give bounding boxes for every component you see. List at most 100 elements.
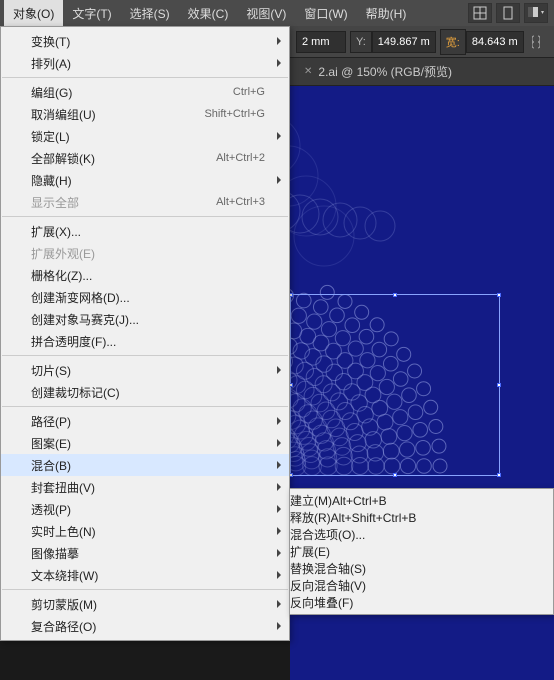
object-menu-item[interactable]: 排列(A)	[1, 52, 289, 74]
close-icon[interactable]: ✕	[304, 66, 312, 77]
menu-item-label: 反向堆叠(F)	[290, 596, 353, 610]
menu-item-label: 释放(R)	[290, 511, 331, 525]
menu-item-label: 扩展(X)...	[31, 223, 265, 240]
menu-item-label: 拼合透明度(F)...	[31, 333, 265, 350]
object-menu-item[interactable]: 拼合透明度(F)...	[1, 330, 289, 352]
menu-1[interactable]: 文字(T)	[63, 0, 120, 27]
menu-item-label: 混合选项(O)...	[290, 528, 365, 542]
blend-menu-item: 替换混合轴(S)	[290, 560, 553, 577]
y-field[interactable]: Y:149.867 m	[350, 31, 436, 53]
menu-2[interactable]: 选择(S)	[121, 0, 179, 27]
menubar: 对象(O)文字(T)选择(S)效果(C)视图(V)窗口(W)帮助(H)	[0, 0, 554, 26]
submenu-arrow-icon	[277, 417, 281, 425]
object-menu-item[interactable]: 创建裁切标记(C)	[1, 381, 289, 403]
submenu-arrow-icon	[277, 176, 281, 184]
menu-item-label: 全部解锁(K)	[31, 150, 216, 167]
y-value: 149.867 m	[372, 31, 436, 53]
tab-label: 2.ai @ 150% (RGB/预览)	[318, 63, 452, 80]
blend-submenu: 建立(M)Alt+Ctrl+B释放(R)Alt+Shift+Ctrl+B混合选项…	[289, 488, 554, 615]
menu-item-label: 取消编组(U)	[31, 106, 204, 123]
menu-item-label: 复合路径(O)	[31, 618, 265, 635]
object-menu-item: 显示全部Alt+Ctrl+3	[1, 191, 289, 213]
object-menu-item[interactable]: 混合(B)	[1, 454, 289, 476]
object-menu-item[interactable]: 创建对象马赛克(J)...	[1, 308, 289, 330]
tab-active[interactable]: ✕ 2.ai @ 150% (RGB/预览)	[296, 57, 460, 86]
blend-menu-item[interactable]: 扩展(E)	[290, 543, 553, 560]
menu-shortcut: Alt+Ctrl+2	[216, 152, 265, 164]
object-menu-item[interactable]: 路径(P)	[1, 410, 289, 432]
blend-menu-item[interactable]: 混合选项(O)...	[290, 526, 553, 543]
menu-item-label: 图案(E)	[31, 435, 265, 452]
submenu-arrow-icon	[277, 439, 281, 447]
object-menu-item[interactable]: 文本绕排(W)	[1, 564, 289, 586]
link-icon[interactable]	[529, 31, 543, 53]
menu-item-label: 创建裁切标记(C)	[31, 384, 265, 401]
submenu-arrow-icon	[277, 366, 281, 374]
submenu-arrow-icon	[277, 59, 281, 67]
object-menu-item[interactable]: 编组(G)Ctrl+G	[1, 81, 289, 103]
menu-item-label: 透视(P)	[31, 501, 265, 518]
menu-6[interactable]: 帮助(H)	[357, 0, 416, 27]
handle-top-right[interactable]	[497, 293, 501, 297]
menu-item-label: 扩展(E)	[290, 545, 330, 559]
handle-bot-mid[interactable]	[393, 473, 397, 477]
menu-item-label: 替换混合轴(S)	[290, 562, 366, 576]
object-menu-item[interactable]: 复合路径(O)	[1, 615, 289, 637]
width-field[interactable]: 宽:84.643 m	[440, 29, 524, 55]
menu-item-label: 隐藏(H)	[31, 172, 265, 189]
object-menu-item[interactable]: 锁定(L)	[1, 125, 289, 147]
object-menu-item[interactable]: 剪切蒙版(M)	[1, 593, 289, 615]
object-menu-sep	[2, 216, 288, 217]
x-field[interactable]: 2 mm	[296, 31, 346, 53]
object-menu-item[interactable]: 全部解锁(K)Alt+Ctrl+2	[1, 147, 289, 169]
object-menu-item[interactable]: 扩展(X)...	[1, 220, 289, 242]
object-menu-item[interactable]: 栅格化(Z)...	[1, 264, 289, 286]
object-menu-item[interactable]: 封套扭曲(V)	[1, 476, 289, 498]
menu-item-label: 锁定(L)	[31, 128, 265, 145]
layout-dropdown-icon[interactable]	[524, 3, 548, 23]
document-icon[interactable]	[496, 3, 520, 23]
grid-icon[interactable]	[468, 3, 492, 23]
selection-bounds	[290, 294, 500, 476]
menu-item-label: 栅格化(Z)...	[31, 267, 265, 284]
menu-4[interactable]: 视图(V)	[237, 0, 295, 27]
object-menu-item[interactable]: 隐藏(H)	[1, 169, 289, 191]
menu-shortcut: Alt+Shift+Ctrl+B	[331, 511, 417, 525]
menu-item-label: 显示全部	[31, 194, 216, 211]
menu-3[interactable]: 效果(C)	[179, 0, 238, 27]
submenu-arrow-icon	[277, 461, 281, 469]
menu-item-label: 实时上色(N)	[31, 523, 265, 540]
blend-menu-item[interactable]: 释放(R)Alt+Shift+Ctrl+B	[290, 509, 553, 526]
object-menu-item[interactable]: 图像描摹	[1, 542, 289, 564]
blend-menu-item[interactable]: 建立(M)Alt+Ctrl+B	[290, 492, 553, 509]
menu-item-label: 图像描摹	[31, 545, 265, 562]
menu-0[interactable]: 对象(O)	[4, 0, 63, 27]
object-menu-sep	[2, 77, 288, 78]
object-menu-item[interactable]: 取消编组(U)Shift+Ctrl+G	[1, 103, 289, 125]
handle-top-mid[interactable]	[393, 293, 397, 297]
object-menu-sep	[2, 355, 288, 356]
menu-item-label: 路径(P)	[31, 413, 265, 430]
submenu-arrow-icon	[277, 132, 281, 140]
menu-item-label: 切片(S)	[31, 362, 265, 379]
x-value: 2 mm	[296, 31, 346, 53]
handle-mid-right[interactable]	[497, 383, 501, 387]
object-menu-item[interactable]: 透视(P)	[1, 498, 289, 520]
menu-item-label: 排列(A)	[31, 55, 265, 72]
object-menu-item[interactable]: 实时上色(N)	[1, 520, 289, 542]
object-menu-item[interactable]: 创建渐变网格(D)...	[1, 286, 289, 308]
menu-shortcut: Shift+Ctrl+G	[204, 108, 265, 120]
menu-item-label: 封套扭曲(V)	[31, 479, 265, 496]
blend-menu-item[interactable]: 反向混合轴(V)	[290, 577, 553, 594]
object-menu-item[interactable]: 变换(T)	[1, 30, 289, 52]
submenu-arrow-icon	[277, 527, 281, 535]
handle-bot-right[interactable]	[497, 473, 501, 477]
object-menu-item[interactable]: 图案(E)	[1, 432, 289, 454]
object-menu-item[interactable]: 切片(S)	[1, 359, 289, 381]
menu-item-label: 创建渐变网格(D)...	[31, 289, 265, 306]
menu-5[interactable]: 窗口(W)	[295, 0, 356, 27]
blend-menu-item[interactable]: 反向堆叠(F)	[290, 594, 553, 611]
menu-shortcut: Ctrl+G	[233, 86, 265, 98]
width-value: 84.643 m	[466, 31, 524, 53]
menu-item-label: 剪切蒙版(M)	[31, 596, 265, 613]
